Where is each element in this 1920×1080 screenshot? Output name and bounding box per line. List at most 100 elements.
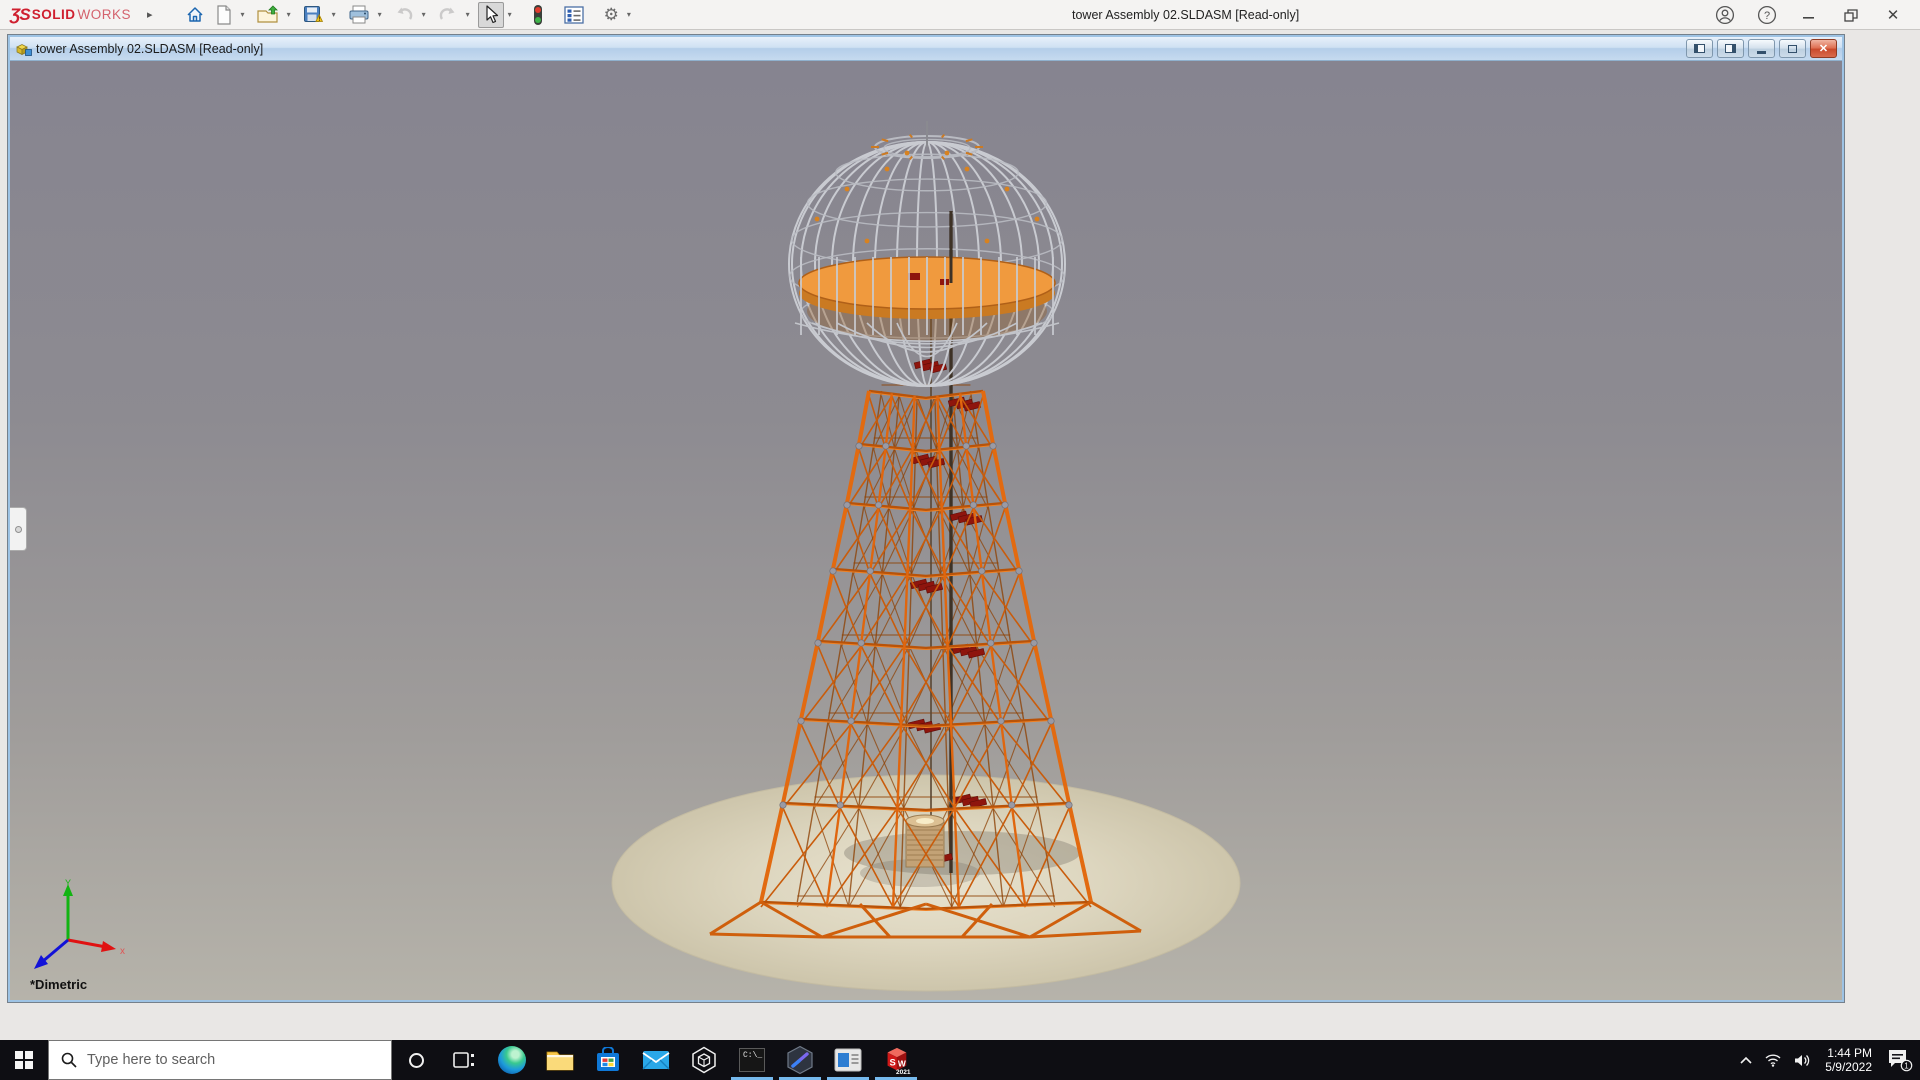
view-orientation-label: *Dimetric xyxy=(30,977,87,992)
account-button[interactable] xyxy=(1704,0,1746,30)
3d-viewer-icon xyxy=(690,1046,718,1074)
select-dropdown[interactable]: ▾ xyxy=(506,10,514,19)
redo-icon xyxy=(438,6,458,24)
taskbar-app-3d-viewer[interactable] xyxy=(680,1040,728,1080)
undo-dropdown[interactable]: ▾ xyxy=(420,10,428,19)
maximize-icon xyxy=(1788,45,1797,53)
tray-expand-button[interactable] xyxy=(1733,1040,1759,1080)
open-button[interactable] xyxy=(253,2,283,28)
cortana-icon xyxy=(409,1053,424,1068)
undo-button[interactable] xyxy=(390,2,418,28)
solidworks-logo: ƷS SOLIDWORKS ▸ xyxy=(10,5,153,25)
options-button[interactable]: ⚙ xyxy=(600,2,623,28)
app-title: tower Assembly 02.SLDASM [Read-only] xyxy=(1072,0,1299,30)
traffic-light-icon xyxy=(532,4,544,26)
search-input[interactable] xyxy=(87,1052,367,1068)
featuremanager-collapsed-tab[interactable] xyxy=(10,507,27,551)
command-prompt-icon: C:\_ xyxy=(739,1048,765,1072)
triad-x-label: x xyxy=(120,946,125,957)
save-dropdown[interactable]: ▾ xyxy=(330,10,338,19)
taskbar-search[interactable] xyxy=(48,1040,392,1080)
select-arrow-icon xyxy=(482,5,500,25)
speaker-icon xyxy=(1794,1053,1811,1068)
cortana-button[interactable] xyxy=(392,1040,440,1080)
start-button[interactable] xyxy=(0,1040,48,1080)
home-button[interactable] xyxy=(181,2,209,28)
traffic-light-button[interactable] xyxy=(528,2,548,28)
taskbar-app-solidworks-2021[interactable]: S W 2021 xyxy=(872,1040,920,1080)
notification-badge: 1 xyxy=(1904,1062,1909,1071)
print-dropdown[interactable]: ▾ xyxy=(376,10,384,19)
doc-close-button[interactable]: ✕ xyxy=(1810,39,1837,58)
tower-assembly-model xyxy=(10,61,1842,1000)
graphics-viewport[interactable]: Y x *Dimetric xyxy=(10,61,1842,1000)
wifi-icon xyxy=(1764,1053,1782,1067)
task-view-button[interactable] xyxy=(440,1040,488,1080)
windows-taskbar: C:\_ S W 2021 1:44 PM 5/9/20 xyxy=(0,1040,1920,1080)
print-icon xyxy=(348,5,370,25)
taskbar-app-mail[interactable] xyxy=(632,1040,680,1080)
chevron-up-icon xyxy=(1740,1056,1752,1064)
triad-y-label: Y xyxy=(65,878,71,888)
solidworks-logo-glyph: ƷS xyxy=(10,5,30,25)
select-button[interactable] xyxy=(478,2,504,28)
taskbar-app-blue-window-app[interactable] xyxy=(824,1040,872,1080)
close-icon: ✕ xyxy=(1819,42,1828,55)
list-button[interactable] xyxy=(560,2,588,28)
taskbar-clock[interactable]: 1:44 PM 5/9/2022 xyxy=(1817,1046,1880,1074)
volume-button[interactable] xyxy=(1787,1040,1817,1080)
minimize-icon xyxy=(1757,51,1766,54)
action-center-button[interactable]: 1 xyxy=(1880,1040,1920,1080)
orientation-triad: Y x xyxy=(22,878,132,974)
save-icon: ! xyxy=(303,5,324,25)
blue-window-app-icon xyxy=(834,1048,862,1072)
home-icon xyxy=(185,5,205,25)
save-button[interactable]: ! xyxy=(299,2,328,28)
help-icon: ? xyxy=(1757,5,1777,25)
open-icon xyxy=(257,5,279,25)
taskbar-app-file-explorer[interactable] xyxy=(536,1040,584,1080)
mail-icon xyxy=(642,1049,670,1071)
taskbar-app-microsoft-store[interactable] xyxy=(584,1040,632,1080)
microsoft-store-icon xyxy=(595,1047,621,1073)
new-document-dropdown[interactable]: ▾ xyxy=(239,10,247,19)
splitter-dot-icon xyxy=(15,526,22,533)
minimize-button[interactable] xyxy=(1788,0,1830,30)
close-button[interactable]: ✕ xyxy=(1872,0,1914,30)
open-dropdown[interactable]: ▾ xyxy=(285,10,293,19)
redo-button[interactable] xyxy=(434,2,462,28)
clock-date: 5/9/2022 xyxy=(1825,1060,1872,1074)
new-document-button[interactable] xyxy=(211,2,237,28)
assembly-icon xyxy=(15,41,32,57)
undo-icon xyxy=(394,6,414,24)
taskbar-app-edge[interactable] xyxy=(488,1040,536,1080)
search-icon xyxy=(61,1052,77,1068)
clock-time: 1:44 PM xyxy=(1825,1046,1872,1060)
document-titlebar[interactable]: tower Assembly 02.SLDASM [Read-only] ✕ xyxy=(10,37,1842,61)
maximize-button[interactable] xyxy=(1830,0,1872,30)
paint-3d-icon xyxy=(785,1045,815,1075)
taskbar-app-command-prompt[interactable]: C:\_ xyxy=(728,1040,776,1080)
wifi-button[interactable] xyxy=(1759,1040,1787,1080)
file-explorer-icon xyxy=(546,1048,574,1072)
edge-icon xyxy=(498,1046,526,1074)
document-window: tower Assembly 02.SLDASM [Read-only] ✕ Y… xyxy=(8,35,1844,1002)
list-icon xyxy=(564,6,584,24)
print-button[interactable] xyxy=(344,2,374,28)
task-view-icon xyxy=(453,1051,475,1069)
help-button[interactable]: ? xyxy=(1746,0,1788,30)
doc-maximize-button[interactable] xyxy=(1779,39,1806,58)
menu-expand-icon[interactable]: ▸ xyxy=(147,8,153,21)
pane-right-button[interactable] xyxy=(1717,39,1744,58)
pane-left-button[interactable] xyxy=(1686,39,1713,58)
document-title: tower Assembly 02.SLDASM [Read-only] xyxy=(36,42,263,56)
svg-text:2021: 2021 xyxy=(896,1069,911,1075)
svg-text:W: W xyxy=(898,1059,906,1069)
app-titlebar: ƷS SOLIDWORKS ▸ ▾ ▾ ! ▾ ▾ ▾ ▾ ▾ xyxy=(0,0,1920,30)
taskbar-app-paint-3d[interactable] xyxy=(776,1040,824,1080)
solidworks-2021-icon: S W 2021 xyxy=(881,1045,911,1075)
options-dropdown[interactable]: ▾ xyxy=(625,10,633,19)
redo-dropdown[interactable]: ▾ xyxy=(464,10,472,19)
account-icon xyxy=(1715,5,1735,25)
doc-minimize-button[interactable] xyxy=(1748,39,1775,58)
